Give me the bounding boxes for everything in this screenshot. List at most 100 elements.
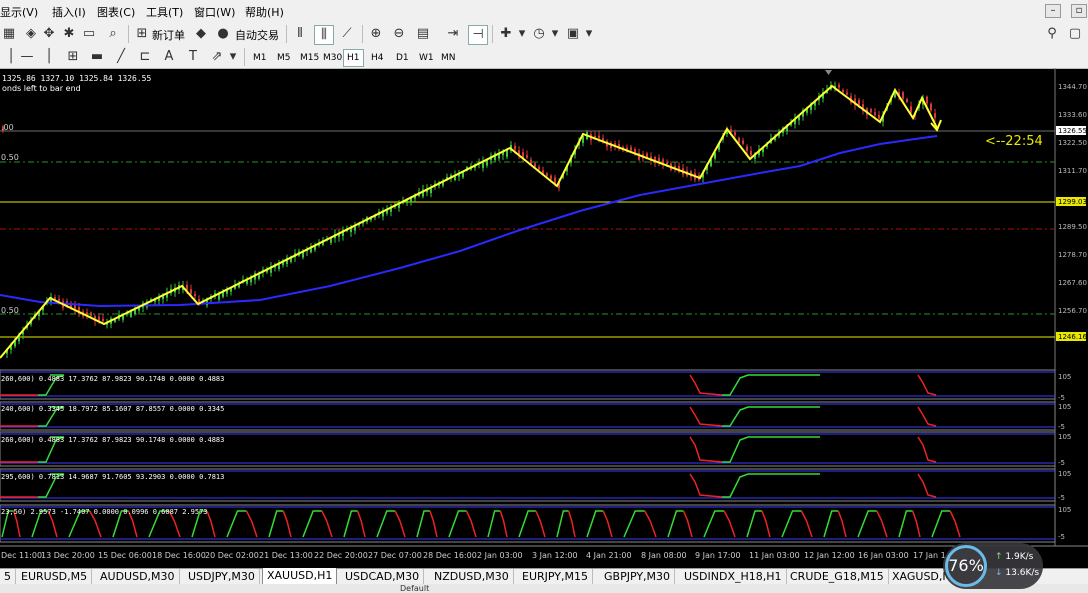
oscillator-down xyxy=(800,510,813,538)
candle-body xyxy=(734,132,736,136)
price-scale-label: 1267.60 xyxy=(1058,279,1087,287)
indicator-scale-bottom: -5 xyxy=(1058,394,1065,402)
bar-chart-icon[interactable]: ⫴ xyxy=(291,25,309,43)
timeframe-d1[interactable]: D1 xyxy=(392,49,413,67)
time-axis-label: 28 Dec 16:00 xyxy=(423,551,477,560)
text-icon[interactable]: A xyxy=(160,48,178,66)
symbol-tab[interactable]: EURUSD,M5 xyxy=(17,569,93,584)
timeframe-w1[interactable]: W1 xyxy=(415,49,438,67)
minimize-button[interactable]: – xyxy=(1045,4,1061,18)
profiles-icon[interactable]: ◈ xyxy=(22,25,40,43)
zoom-in-icon[interactable]: ⊕ xyxy=(367,25,385,43)
candle-body xyxy=(506,149,508,157)
symbol-tab[interactable]: AUDUSD,M30 xyxy=(96,569,180,584)
menu-window[interactable]: 窗口(W) xyxy=(194,4,235,20)
symbol-tab[interactable]: CRUDE_G18,M15 xyxy=(786,569,889,584)
line-chart-icon[interactable]: ⟋ xyxy=(338,25,356,43)
chart-icon[interactable]: ▦ xyxy=(0,25,18,43)
candle-body xyxy=(658,157,660,162)
new-order-icon[interactable]: ⊞ xyxy=(133,25,151,43)
symbol-tab[interactable]: USDCAD,M30 xyxy=(341,569,425,584)
indicator-curve xyxy=(722,374,820,396)
chevron-down-icon[interactable]: ▾ xyxy=(580,25,598,43)
trendline-icon[interactable]: ⊞ xyxy=(64,48,82,66)
oscillator-down xyxy=(911,510,921,538)
time-axis-label: 2 Jan 03:00 xyxy=(477,551,523,560)
editor-icon[interactable]: ◆ xyxy=(192,25,210,43)
timeframe-h1[interactable]: H1 xyxy=(343,49,364,67)
rectangle-icon[interactable]: ▬ xyxy=(88,48,106,66)
oscillator-down xyxy=(282,510,292,538)
price-chart[interactable]: 1325.86 1327.10 1325.84 1326.55 onds lef… xyxy=(0,68,1088,568)
download-arrow-icon: ↓ xyxy=(995,568,1003,578)
timeframe-mn[interactable]: MN xyxy=(437,49,460,67)
candle-body xyxy=(630,147,632,151)
chevron-down-icon[interactable]: ▾ xyxy=(224,48,242,66)
vertical-line-icon[interactable]: │ xyxy=(40,48,58,66)
indicator-scale-top: 105 xyxy=(1058,373,1071,381)
search-icon[interactable]: ⚲ xyxy=(1043,25,1061,43)
candlestick-icon[interactable]: ⫼ xyxy=(314,25,334,45)
indicator-scale-bottom: -5 xyxy=(1058,533,1065,541)
crosshair-move-icon[interactable]: ✥ xyxy=(40,25,58,43)
menu-view[interactable]: 显示(V) xyxy=(0,4,38,20)
oscillator-down xyxy=(723,510,736,538)
search-icon[interactable]: ⌕ xyxy=(104,25,122,43)
symbol-tab[interactable]: EURJPY,M15 xyxy=(518,569,593,584)
oscillator-down xyxy=(465,510,477,538)
chevron-down-icon[interactable]: ▾ xyxy=(513,25,531,43)
chart-shift-icon[interactable]: ⊣ xyxy=(468,25,488,45)
chevron-down-icon[interactable]: ▾ xyxy=(546,25,564,43)
candle-body xyxy=(526,155,528,158)
oscillator-down xyxy=(429,510,438,538)
chart-window[interactable]: 1325.86 1327.10 1325.84 1326.55 onds lef… xyxy=(0,68,1088,568)
oscillator-down xyxy=(206,510,216,538)
symbol-tab[interactable]: GBPJPY,M30 xyxy=(600,569,676,584)
candle-body xyxy=(750,150,752,156)
indicator-scale-top: 105 xyxy=(1058,403,1071,411)
oscillator-up xyxy=(376,510,396,538)
oscillator-down xyxy=(682,510,693,538)
symbol-tab[interactable]: USDINDX_H18,H1 xyxy=(680,569,787,584)
indicator-scale-bottom: -5 xyxy=(1058,423,1065,431)
autoscroll-icon[interactable]: ⇥ xyxy=(444,25,462,43)
oscillator-up xyxy=(448,510,467,538)
timeframe-m1[interactable]: M1 xyxy=(249,49,271,67)
tile-windows-icon[interactable]: ▤ xyxy=(414,25,432,43)
chat-icon[interactable]: ▢ xyxy=(1066,25,1084,43)
oscillator-up xyxy=(667,510,684,538)
symbol-tab[interactable]: NZDUSD,M30 xyxy=(430,569,514,584)
oscillator-down xyxy=(245,510,258,538)
horizontal-line-icon[interactable]: — xyxy=(18,48,36,66)
timeframe-m5[interactable]: M5 xyxy=(273,49,295,67)
indicator-readout: 260,600) 0.4883 17.3762 87.9823 90.1748 … xyxy=(1,436,224,444)
window-icon[interactable]: ▭ xyxy=(80,25,98,43)
auto-trading-icon[interactable]: ● xyxy=(214,25,232,43)
timeframe-h4[interactable]: H4 xyxy=(367,49,388,67)
new-order-button[interactable]: 新订单 xyxy=(152,27,185,43)
fibonacci-icon[interactable]: ⊏ xyxy=(136,48,154,66)
zoom-out-icon[interactable]: ⊖ xyxy=(390,25,408,43)
time-axis-label: 8 Jan 08:00 xyxy=(641,551,687,560)
line-icon[interactable]: ╱ xyxy=(112,48,130,66)
menu-help[interactable]: 帮助(H) xyxy=(245,4,284,20)
indicator-scale-bottom: -5 xyxy=(1058,459,1065,467)
candle-body xyxy=(746,146,748,151)
restore-button[interactable]: ▫ xyxy=(1071,4,1087,18)
menu-tools[interactable]: 工具(T) xyxy=(146,4,183,20)
menu-charts[interactable]: 图表(C) xyxy=(97,4,135,20)
menu-insert[interactable]: 插入(I) xyxy=(52,4,86,20)
auto-trading-button[interactable]: 自动交易 xyxy=(235,27,279,43)
symbol-tab[interactable]: 5 xyxy=(0,569,16,584)
candle-body xyxy=(74,305,76,309)
oscillator-up xyxy=(898,510,913,538)
candle-body xyxy=(910,106,912,113)
star-icon[interactable]: ✱ xyxy=(60,25,78,43)
network-speed-widget[interactable]: 76% ↑ 1.9K/s ↓ 13.6K/s xyxy=(943,543,1043,589)
bar-countdown: <--22:54 xyxy=(985,134,1043,149)
label-icon[interactable]: T xyxy=(184,48,202,66)
indicator-curve xyxy=(722,436,820,463)
candle-body xyxy=(878,114,880,119)
indicator-curve xyxy=(722,406,820,427)
symbol-tab[interactable]: USDJPY,M30 xyxy=(184,569,260,584)
